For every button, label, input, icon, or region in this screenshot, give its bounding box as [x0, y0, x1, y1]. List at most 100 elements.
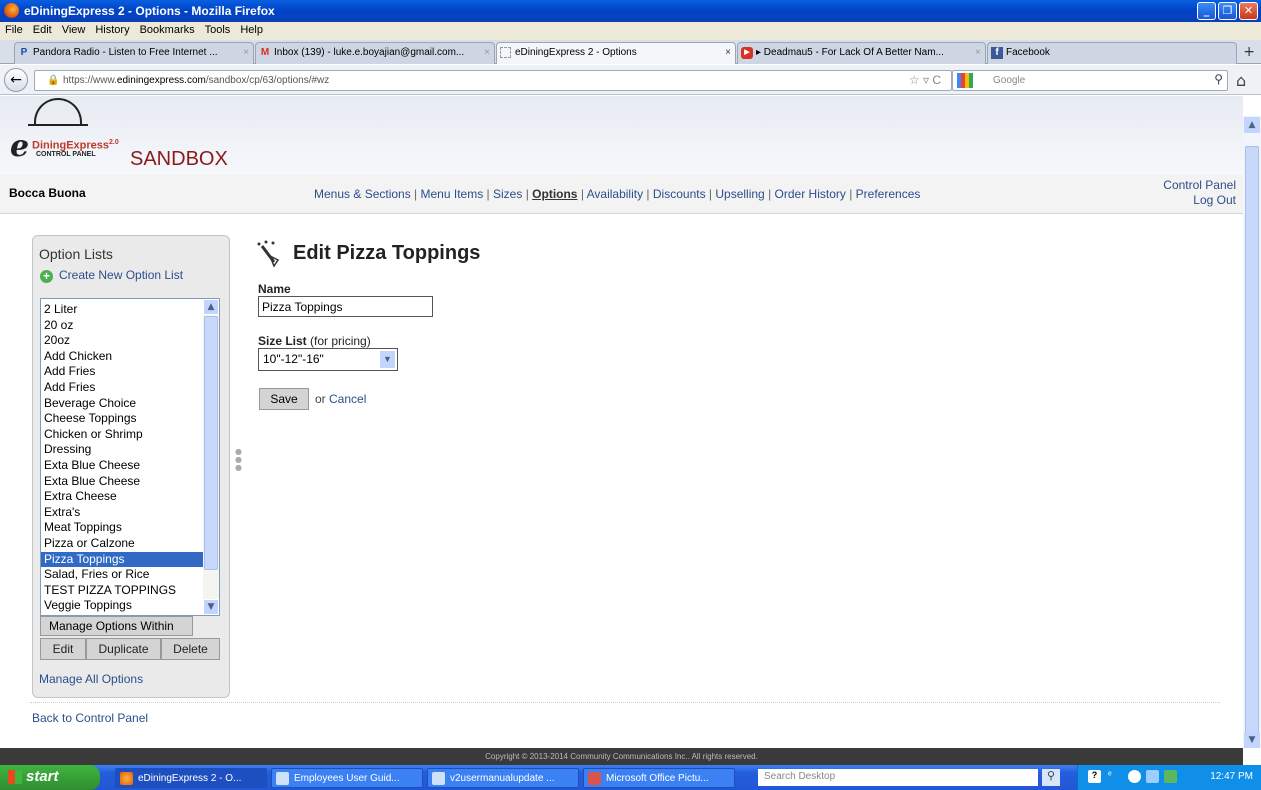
control-panel-link[interactable]: Control Panel: [1163, 178, 1236, 193]
tab-label: Inbox (139) - luke.e.boyajian@gmail.com.…: [274, 47, 465, 58]
list-item[interactable]: Meat Toppings: [41, 520, 205, 536]
list-item[interactable]: Cheese Toppings: [41, 411, 205, 427]
google-icon[interactable]: [957, 73, 973, 88]
list-item[interactable]: Exta Blue Cheese: [41, 474, 205, 490]
listbox-scrollbar[interactable]: ▲ ▼: [203, 299, 219, 615]
manage-all-options-link[interactable]: Manage All Options: [39, 672, 143, 686]
back-to-control-panel-link[interactable]: Back to Control Panel: [32, 711, 148, 725]
security-icon[interactable]: [1146, 770, 1159, 783]
scroll-up-icon[interactable]: ▲: [203, 299, 219, 315]
tab-close-icon[interactable]: ×: [243, 47, 249, 58]
list-item[interactable]: Chicken or Shrimp: [41, 427, 205, 443]
window-title: eDiningExpress 2 - Options - Mozilla Fir…: [24, 4, 275, 18]
list-item[interactable]: Salad, Fries or Rice: [41, 567, 205, 583]
nav-menu-items[interactable]: Menu Items: [421, 187, 484, 201]
save-button[interactable]: Save: [259, 388, 309, 410]
scroll-up-icon[interactable]: ▲: [1244, 117, 1260, 133]
search-engine-box[interactable]: Google ⚲: [952, 70, 1228, 91]
page-scrollbar[interactable]: ▲ ▼: [1243, 116, 1261, 748]
home-icon[interactable]: ⌂: [1236, 71, 1246, 90]
new-tab-button[interactable]: +: [1243, 44, 1255, 60]
task-word-2[interactable]: v2usermanualupdate ...: [427, 768, 579, 788]
chevron-down-icon[interactable]: ▼: [379, 350, 396, 369]
bookmark-star-icon[interactable]: ☆ ▿ C: [909, 73, 941, 87]
delete-button[interactable]: Delete: [161, 638, 220, 660]
edit-button[interactable]: Edit: [40, 638, 86, 660]
duplicate-button[interactable]: Duplicate: [86, 638, 161, 660]
tab-facebook[interactable]: f Facebook: [987, 42, 1237, 64]
list-item-selected[interactable]: Pizza Toppings: [41, 551, 205, 568]
desktop-search-input[interactable]: Search Desktop: [758, 769, 1038, 786]
option-lists-panel: Option Lists + Create New Option List 2 L…: [32, 235, 230, 698]
search-placeholder: Google: [993, 75, 1026, 86]
scroll-thumb[interactable]: [204, 316, 218, 570]
url-bar[interactable]: 🔒 https://www.ediningexpress.com/sandbox…: [34, 70, 952, 91]
list-item[interactable]: Exta Blue Cheese: [41, 458, 205, 474]
menu-view[interactable]: View: [57, 22, 91, 36]
tab-pandora[interactable]: P Pandora Radio - Listen to Free Interne…: [14, 42, 254, 64]
scroll-down-icon[interactable]: ▼: [1244, 732, 1260, 748]
network-icon[interactable]: ᵉ: [1108, 770, 1121, 783]
firefox-icon: [120, 772, 133, 785]
page-content: e DiningExpress2.0 CONTROL PANEL SANDBOX…: [0, 96, 1243, 748]
task-office-picture[interactable]: Microsoft Office Pictu...: [583, 768, 735, 788]
list-item[interactable]: 20oz: [41, 333, 205, 349]
menu-edit[interactable]: Edit: [28, 22, 57, 36]
tab-gmail[interactable]: M Inbox (139) - luke.e.boyajian@gmail.co…: [255, 42, 495, 64]
tab-ediningexpress[interactable]: eDiningExpress 2 - Options ×: [496, 42, 736, 64]
list-item[interactable]: Dressing: [41, 442, 205, 458]
tab-close-icon[interactable]: ×: [975, 47, 981, 58]
list-item[interactable]: 2 Liter: [41, 302, 205, 318]
create-new-option-list-link[interactable]: + Create New Option List: [40, 268, 183, 283]
task-firefox[interactable]: eDiningExpress 2 - O...: [115, 768, 267, 788]
list-item[interactable]: Extra's: [41, 505, 205, 521]
nav-upselling[interactable]: Upselling: [715, 187, 764, 201]
name-input[interactable]: [258, 296, 433, 317]
nav-menus-sections[interactable]: Menus & Sections: [314, 187, 411, 201]
nav-sizes[interactable]: Sizes: [493, 187, 522, 201]
close-window-button[interactable]: ✕: [1239, 2, 1258, 20]
language-icon[interactable]: [1164, 770, 1177, 783]
logout-link[interactable]: Log Out: [1163, 193, 1236, 208]
cancel-link[interactable]: Cancel: [329, 392, 366, 406]
list-item[interactable]: Veggie Toppings: [41, 598, 205, 614]
list-item[interactable]: Add Chicken: [41, 349, 205, 365]
start-button[interactable]: start: [0, 765, 100, 790]
nav-availability[interactable]: Availability: [587, 187, 643, 201]
minimize-button[interactable]: _: [1197, 2, 1216, 20]
list-item[interactable]: 20 oz: [41, 318, 205, 334]
list-item[interactable]: Pizza or Calzone: [41, 536, 205, 552]
ediningexpress-logo[interactable]: e DiningExpress2.0 CONTROL PANEL SANDBOX: [6, 96, 236, 174]
back-button[interactable]: ←: [4, 68, 28, 92]
menu-help[interactable]: Help: [235, 22, 268, 36]
page-scroll-thumb[interactable]: [1245, 146, 1259, 742]
resize-handle[interactable]: ● ● ●: [235, 448, 242, 472]
menu-bookmarks[interactable]: Bookmarks: [135, 22, 200, 36]
search-icon[interactable]: ⚲: [1214, 72, 1223, 86]
search-icon[interactable]: ⚲: [1042, 769, 1060, 786]
volume-icon[interactable]: [1128, 770, 1141, 783]
list-item[interactable]: Extra Cheese: [41, 489, 205, 505]
nav-options[interactable]: Options: [532, 187, 577, 201]
nav-discounts[interactable]: Discounts: [653, 187, 706, 201]
list-item[interactable]: TEST PIZZA TOPPINGS: [41, 583, 205, 599]
tab-close-icon[interactable]: ×: [725, 47, 731, 58]
main-nav-links: Menus & Sections | Menu Items | Sizes | …: [314, 187, 921, 201]
menu-tools[interactable]: Tools: [200, 22, 236, 36]
help-icon[interactable]: ?: [1088, 770, 1101, 783]
nav-preferences[interactable]: Preferences: [856, 187, 921, 201]
menu-file[interactable]: File: [0, 22, 28, 36]
size-list-select[interactable]: 10"-12"-16" ▼: [258, 348, 398, 371]
list-item[interactable]: Add Fries: [41, 380, 205, 396]
nav-order-history[interactable]: Order History: [775, 187, 846, 201]
tab-close-icon[interactable]: ×: [484, 47, 490, 58]
task-word-1[interactable]: Employees User Guid...: [271, 768, 423, 788]
menu-history[interactable]: History: [90, 22, 134, 36]
list-item[interactable]: Add Fries: [41, 364, 205, 380]
tab-youtube[interactable]: ▶ ▸ Deadmau5 - For Lack Of A Better Nam.…: [737, 42, 986, 64]
manage-options-within-button[interactable]: Manage Options Within: [40, 616, 193, 636]
restore-button[interactable]: ❐: [1218, 2, 1237, 20]
scroll-down-icon[interactable]: ▼: [203, 599, 219, 615]
list-item[interactable]: Beverage Choice: [41, 396, 205, 412]
option-list-listbox[interactable]: 2 Liter 20 oz 20oz Add Chicken Add Fries…: [40, 298, 220, 616]
